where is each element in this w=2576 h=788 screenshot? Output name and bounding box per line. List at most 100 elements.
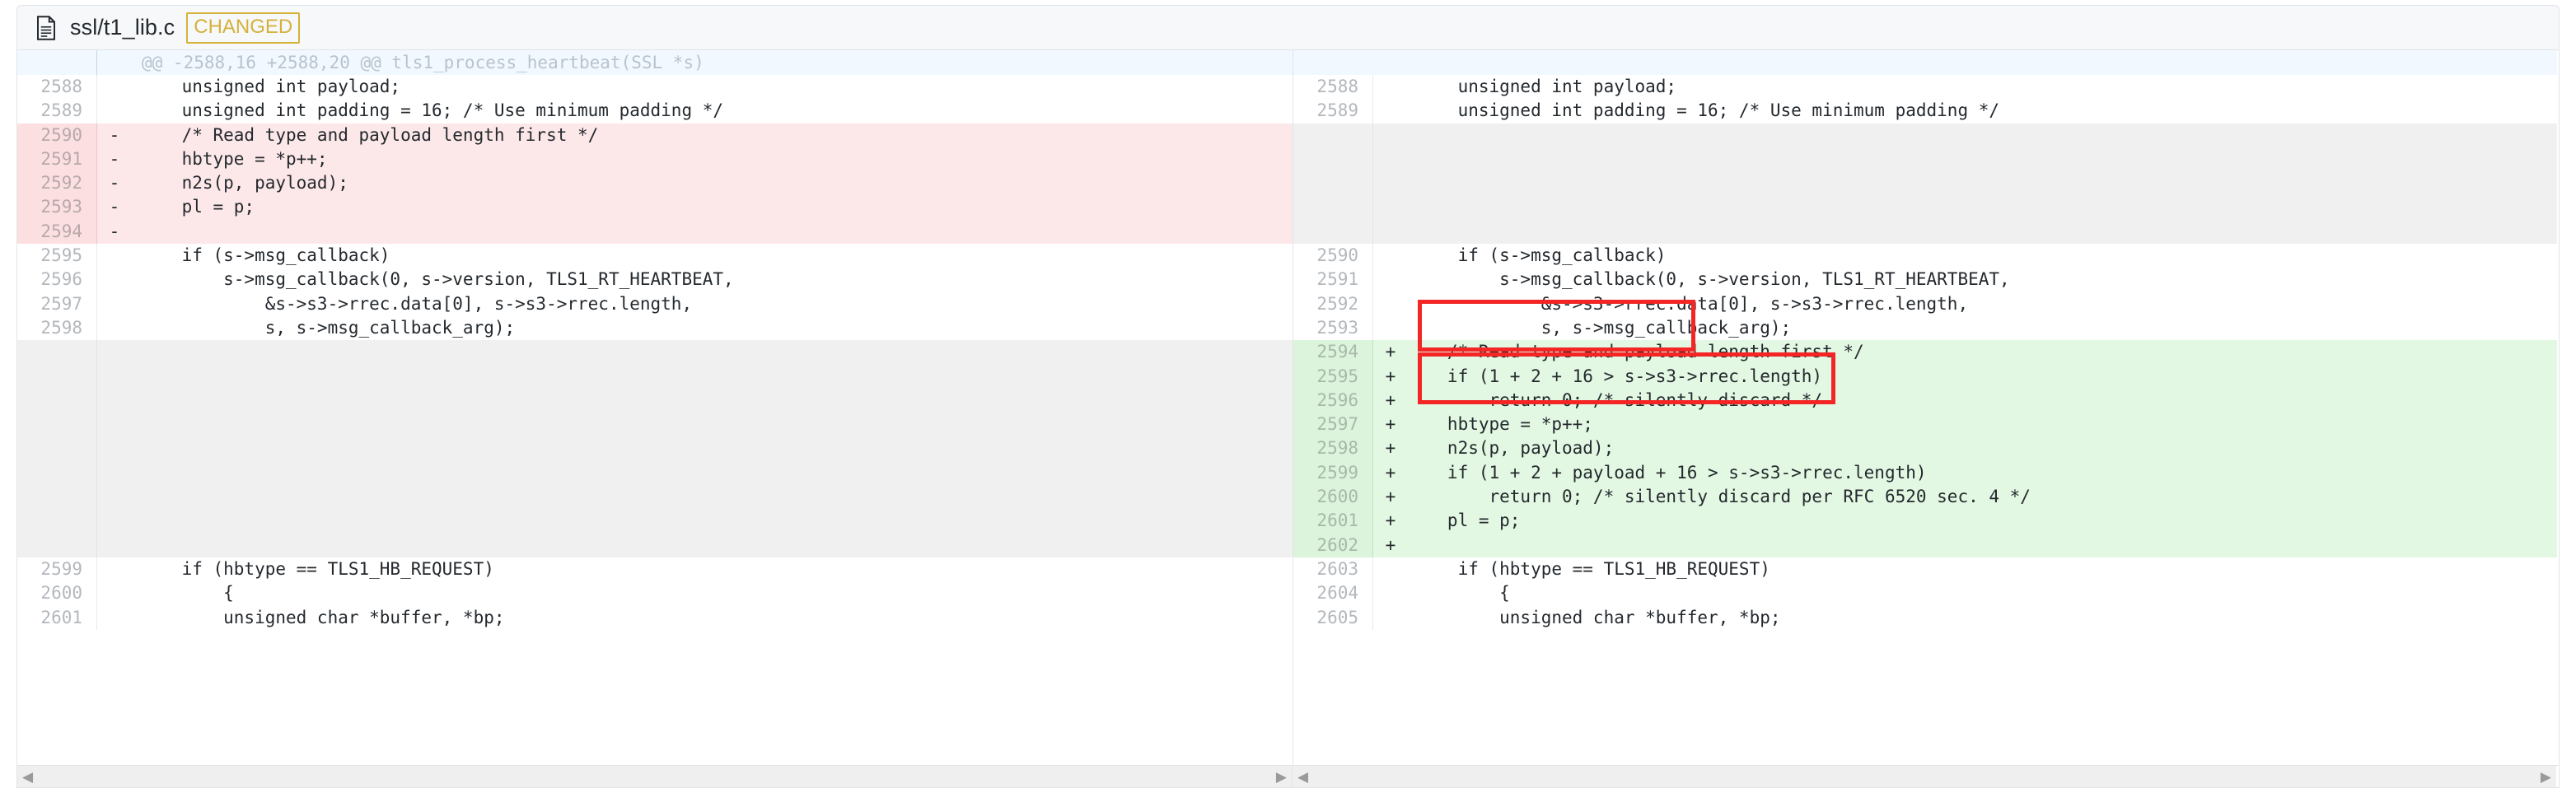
diff-marker: + xyxy=(1385,511,1396,531)
file-path-label: ssl/t1_lib.c xyxy=(70,15,175,40)
diff-line-left: 2599 if (hbtype == TLS1_HB_REQUEST) xyxy=(17,557,1293,582)
line-number: 2589 xyxy=(17,99,97,124)
diff-marker xyxy=(97,581,132,605)
hunk-header-row: @@ -2588,16 +2588,20 @@ tls1_process_hea… xyxy=(17,50,1293,75)
line-number: 2600 xyxy=(17,581,97,606)
diff-line-left xyxy=(17,485,1293,510)
diff-line-left: 2588 unsigned int payload; xyxy=(17,75,1293,100)
diff-line-right: 2603 if (hbtype == TLS1_HB_REQUEST) xyxy=(1293,557,2557,582)
diff-line-right xyxy=(1293,219,2557,245)
code-text: s, s->msg_callback_arg); xyxy=(140,317,516,338)
diff-pane-new[interactable]: 2588 unsigned int payload; 2589 unsigned … xyxy=(1293,50,2557,765)
horizontal-scrollbar-new[interactable]: ◀ ▶ xyxy=(1293,766,2556,787)
scroll-right-arrow-icon[interactable]: ▶ xyxy=(1276,770,1287,784)
diff-line-left: 2591- hbtype = *p++; xyxy=(17,147,1293,172)
diff-line-right: 2605 unsigned char *buffer, *bp; xyxy=(1293,605,2557,630)
line-number xyxy=(17,485,97,510)
diff-marker xyxy=(97,461,132,485)
diff-marker: - xyxy=(109,173,120,194)
diff-line-right: 2597 + hbtype = *p++; xyxy=(1293,413,2557,437)
diff-marker xyxy=(97,413,132,436)
diff-line-left xyxy=(17,436,1293,461)
diff-line-right: 2592 &s->s3->rrec.data[0], s->s3->rrec.l… xyxy=(1293,291,2557,316)
line-number: 2593 xyxy=(17,195,97,220)
diff-line-left: 2589 unsigned int padding = 16; /* Use m… xyxy=(17,99,1293,124)
diff-marker xyxy=(1373,268,1408,291)
line-number xyxy=(17,436,97,461)
diff-marker xyxy=(97,99,132,123)
diff-viewer: ssl/t1_lib.c CHANGED @@ -2588,16 +2588,2… xyxy=(0,0,2576,788)
line-number xyxy=(17,460,97,486)
diff-line-right: 2590 if (s->msg_callback) xyxy=(1293,244,2557,268)
diff-marker: + xyxy=(1385,342,1396,362)
line-number xyxy=(17,340,97,365)
diff-marker: + xyxy=(1385,389,1396,410)
diff-marker: + xyxy=(1385,438,1396,459)
line-number: 2603 xyxy=(1293,557,1373,582)
scroll-left-arrow-icon-new[interactable]: ◀ xyxy=(1297,770,1308,784)
line-number: 2591 xyxy=(17,147,97,172)
diff-marker: - xyxy=(109,221,120,241)
code-text: hbtype = *p++; xyxy=(140,148,328,169)
diff-line-left xyxy=(17,388,1293,413)
code-text: /* Read type and payload length first */ xyxy=(1416,342,1864,362)
code-text: if (s->msg_callback) xyxy=(1416,245,1667,266)
diff-body: @@ -2588,16 +2588,20 @@ tls1_process_hea… xyxy=(16,49,2560,788)
line-number xyxy=(1293,171,1373,196)
diff-marker xyxy=(1373,606,1408,630)
scroll-right-arrow-icon-new[interactable]: ▶ xyxy=(2541,770,2551,784)
diff-line-left: 2594- xyxy=(17,219,1293,245)
diff-line-left: 2592- n2s(p, payload); xyxy=(17,171,1293,196)
diff-line-right: 2604 { xyxy=(1293,581,2557,606)
diff-marker xyxy=(1373,244,1408,268)
diff-line-right xyxy=(1293,123,2557,147)
code-text: if (hbtype == TLS1_HB_REQUEST) xyxy=(1416,558,1770,579)
diff-line-right: 2598 + n2s(p, payload); xyxy=(1293,436,2557,461)
code-text: pl = p; xyxy=(1416,511,1521,531)
diff-marker xyxy=(1373,195,1408,219)
diff-marker xyxy=(97,75,132,99)
diff-line-left xyxy=(17,509,1293,534)
code-text: unsigned int payload; xyxy=(140,77,401,96)
diff-line-left: 2590- /* Read type and payload length fi… xyxy=(17,123,1293,147)
diff-line-right: 2589 unsigned int padding = 16; /* Use m… xyxy=(1293,99,2557,124)
line-number xyxy=(17,533,97,557)
diff-pane-old[interactable]: @@ -2588,16 +2588,20 @@ tls1_process_hea… xyxy=(17,50,1293,765)
diff-marker xyxy=(1373,75,1408,99)
scroll-left-arrow-icon[interactable]: ◀ xyxy=(22,770,33,784)
diff-line-right xyxy=(1293,147,2557,172)
line-number: 2595 xyxy=(17,244,97,268)
code-text: if (hbtype == TLS1_HB_REQUEST) xyxy=(140,558,494,579)
diff-marker: + xyxy=(1385,534,1396,555)
diff-line-right: 2602 + xyxy=(1293,533,2557,557)
line-number: 2590 xyxy=(1293,244,1373,268)
new-code-rows: 2588 unsigned int payload; 2589 unsigned … xyxy=(1293,75,2557,630)
diff-line-right: 2593 s, s->msg_callback_arg); xyxy=(1293,315,2557,341)
line-number: 2599 xyxy=(1293,460,1373,486)
diff-marker xyxy=(1373,557,1408,581)
diff-line-right: 2599 + if (1 + 2 + payload + 16 > s->s3->… xyxy=(1293,460,2557,486)
line-number: 2599 xyxy=(17,557,97,582)
diff-line-left xyxy=(17,413,1293,437)
line-number xyxy=(1293,219,1373,245)
diff-marker xyxy=(97,292,132,316)
diff-panes: @@ -2588,16 +2588,20 @@ tls1_process_hea… xyxy=(17,50,2559,765)
diff-line-left xyxy=(17,340,1293,365)
line-number: 2595 xyxy=(1293,364,1373,389)
diff-line-left: 2595 if (s->msg_callback) xyxy=(17,244,1293,268)
code-text: if (1 + 2 + payload + 16 > s->s3->rrec.l… xyxy=(1416,462,1927,483)
diff-marker: + xyxy=(1385,366,1396,386)
diff-line-right: 2591 s->msg_callback(0, s->version, TLS1… xyxy=(1293,268,2557,292)
horizontal-scrollbar-old[interactable]: ◀ ▶ xyxy=(17,766,1293,787)
code-text: pl = p; xyxy=(140,197,255,217)
code-text: n2s(p, payload); xyxy=(1416,438,1615,459)
diff-marker xyxy=(1373,147,1408,171)
diff-line-right: 2595 + if (1 + 2 + 16 > s->s3->rrec.lengt… xyxy=(1293,364,2557,389)
diff-line-right: 2601 + pl = p; xyxy=(1293,509,2557,534)
line-number: 2590 xyxy=(17,123,97,147)
